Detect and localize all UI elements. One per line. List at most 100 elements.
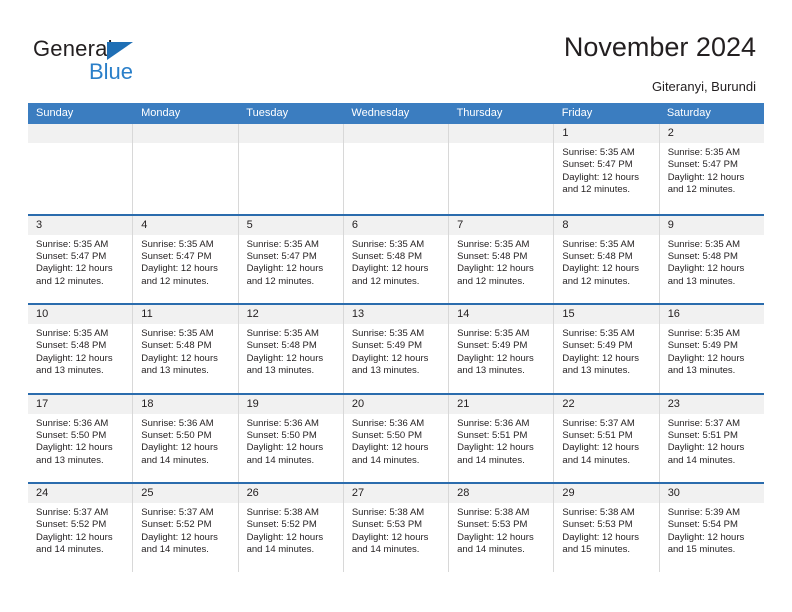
day-daylight-1-text: Daylight: 12 hours <box>351 263 429 275</box>
calendar-day-cell[interactable]: 16 Sunrise: 5:35 AM Sunset: 5:49 PM Dayligh… <box>659 305 764 393</box>
calendar-day-cell-empty <box>238 124 344 214</box>
day-sunset-text: Sunset: 5:53 PM <box>351 519 423 531</box>
day-number-strip <box>449 124 554 143</box>
day-details: Sunrise: 5:35 AM Sunset: 5:47 PM Daylight:… <box>133 235 237 289</box>
calendar-day-cell[interactable]: 20 Sunrise: 5:36 AM Sunset: 5:50 PM Dayligh… <box>343 394 450 482</box>
day-sunset-text: Sunset: 5:49 PM <box>351 340 423 352</box>
day-sunset-text: Sunset: 5:50 PM <box>36 429 107 441</box>
day-details: Sunrise: 5:36 AM Sunset: 5:50 PM Daylight:… <box>344 414 448 468</box>
day-number: 19 <box>246 397 259 410</box>
general-blue-logo[interactable]: General Blue <box>33 36 203 86</box>
day-daylight-2-text: and 12 minutes. <box>351 275 420 287</box>
day-daylight-1-text: Daylight: 12 hours <box>667 263 745 275</box>
calendar-day-cell[interactable]: 26 Sunrise: 5:38 AM Sunset: 5:52 PM Dayligh… <box>238 484 344 572</box>
day-number-strip: 21 <box>449 394 554 414</box>
day-daylight-2-text: and 15 minutes. <box>562 544 631 556</box>
day-number-strip: 10 <box>28 305 133 324</box>
calendar-day-cell[interactable]: 30 Sunrise: 5:39 AM Sunset: 5:54 PM Dayligh… <box>659 484 764 572</box>
calendar-day-cell[interactable]: 23 Sunrise: 5:37 AM Sunset: 5:51 PM Dayligh… <box>659 394 764 482</box>
calendar-day-cell[interactable]: 29 Sunrise: 5:38 AM Sunset: 5:53 PM Dayligh… <box>554 484 660 572</box>
day-number: 25 <box>141 487 154 499</box>
day-number-strip: 1 <box>554 124 659 143</box>
day-sunset-text: Sunset: 5:49 PM <box>667 340 738 352</box>
calendar-day-cell[interactable]: 11 Sunrise: 5:35 AM Sunset: 5:48 PM Dayligh… <box>133 305 239 393</box>
day-daylight-1-text: Daylight: 12 hours <box>351 352 429 364</box>
day-sunrise-text: Sunrise: 5:35 AM <box>351 238 425 250</box>
calendar-day-cell[interactable]: 4 Sunrise: 5:35 AM Sunset: 5:47 PM Daylight… <box>133 215 239 303</box>
day-daylight-2-text: and 12 minutes. <box>246 275 315 287</box>
day-number: 21 <box>457 397 470 410</box>
day-number-strip: 25 <box>133 484 238 503</box>
day-daylight-1-text: Daylight: 12 hours <box>562 263 639 275</box>
calendar-day-cell[interactable]: 25 Sunrise: 5:37 AM Sunset: 5:52 PM Dayligh… <box>133 484 239 572</box>
day-sunset-text: Sunset: 5:49 PM <box>562 340 633 352</box>
calendar-day-cell[interactable]: 14 Sunrise: 5:35 AM Sunset: 5:49 PM Dayligh… <box>449 305 555 393</box>
day-daylight-1-text: Daylight: 12 hours <box>457 352 534 364</box>
day-number-strip <box>238 124 343 143</box>
calendar-day-cell[interactable]: 13 Sunrise: 5:35 AM Sunset: 5:49 PM Dayligh… <box>343 305 450 393</box>
day-number: 5 <box>246 218 253 231</box>
day-number: 1 <box>562 127 569 139</box>
day-daylight-2-text: and 14 minutes. <box>457 454 525 466</box>
day-daylight-1-text: Daylight: 12 hours <box>141 442 218 454</box>
day-details: Sunrise: 5:36 AM Sunset: 5:51 PM Daylight:… <box>449 414 553 468</box>
day-daylight-2-text: and 15 minutes. <box>667 544 736 556</box>
calendar-day-cell[interactable]: 28 Sunrise: 5:38 AM Sunset: 5:53 PM Dayligh… <box>449 484 555 572</box>
day-details: Sunrise: 5:35 AM Sunset: 5:49 PM Daylight:… <box>344 324 448 378</box>
calendar-day-cell[interactable]: 12 Sunrise: 5:35 AM Sunset: 5:48 PM Dayligh… <box>238 305 344 393</box>
day-details: Sunrise: 5:36 AM Sunset: 5:50 PM Daylight:… <box>239 414 343 468</box>
day-number: 12 <box>246 308 259 320</box>
day-daylight-1-text: Daylight: 12 hours <box>246 442 324 454</box>
calendar-day-cell[interactable]: 8 Sunrise: 5:35 AM Sunset: 5:48 PM Daylight… <box>554 215 660 303</box>
day-daylight-1-text: Daylight: 12 hours <box>457 531 534 543</box>
day-number-strip: 27 <box>343 484 449 503</box>
day-sunrise-text: Sunrise: 5:37 AM <box>36 507 109 518</box>
calendar-week-row: 17 Sunrise: 5:36 AM Sunset: 5:50 PM Dayligh… <box>28 392 764 482</box>
day-daylight-2-text: and 12 minutes. <box>36 275 104 287</box>
day-daylight-1-text: Daylight: 12 hours <box>351 531 429 543</box>
calendar-day-cell[interactable]: 2 Sunrise: 5:35 AM Sunset: 5:47 PM Daylight… <box>659 124 764 214</box>
day-daylight-1-text: Daylight: 12 hours <box>562 171 639 183</box>
page-header: General Blue November 2024 Giteranyi, Bu… <box>0 0 792 100</box>
calendar-day-cell[interactable]: 22 Sunrise: 5:37 AM Sunset: 5:51 PM Dayligh… <box>554 394 660 482</box>
day-daylight-2-text: and 14 minutes. <box>141 454 209 466</box>
day-number: 24 <box>36 487 49 499</box>
day-sunrise-text: Sunrise: 5:35 AM <box>246 238 319 250</box>
calendar-day-cell[interactable]: 17 Sunrise: 5:36 AM Sunset: 5:50 PM Dayligh… <box>28 394 134 482</box>
calendar-day-cell[interactable]: 15 Sunrise: 5:35 AM Sunset: 5:49 PM Dayligh… <box>554 305 660 393</box>
calendar-day-cell[interactable]: 5 Sunrise: 5:35 AM Sunset: 5:47 PM Daylight… <box>238 215 344 303</box>
day-number: 30 <box>667 487 680 499</box>
day-details: Sunrise: 5:38 AM Sunset: 5:53 PM Daylight:… <box>449 503 553 557</box>
calendar-day-cell[interactable]: 18 Sunrise: 5:36 AM Sunset: 5:50 PM Dayligh… <box>133 394 239 482</box>
calendar-day-cell[interactable]: 19 Sunrise: 5:36 AM Sunset: 5:50 PM Dayligh… <box>238 394 344 482</box>
calendar-day-cell[interactable]: 1 Sunrise: 5:35 AM Sunset: 5:47 PM Daylight… <box>554 124 660 214</box>
day-daylight-2-text: and 12 minutes. <box>457 275 525 287</box>
day-number: 17 <box>36 397 49 410</box>
day-number-strip: 22 <box>554 394 659 414</box>
day-details: Sunrise: 5:35 AM Sunset: 5:48 PM Daylight:… <box>449 235 553 289</box>
day-daylight-1-text: Daylight: 12 hours <box>246 352 324 364</box>
day-sunset-text: Sunset: 5:47 PM <box>36 250 107 262</box>
calendar-day-cell[interactable]: 7 Sunrise: 5:35 AM Sunset: 5:48 PM Daylight… <box>449 215 555 303</box>
day-daylight-2-text: and 13 minutes. <box>351 365 420 377</box>
day-number: 29 <box>562 487 575 499</box>
day-number-strip: 15 <box>554 305 659 324</box>
day-number: 7 <box>457 218 464 231</box>
weekday-header-row: Sunday Monday Tuesday Wednesday Thursday… <box>28 103 764 124</box>
calendar-day-cell[interactable]: 21 Sunrise: 5:36 AM Sunset: 5:51 PM Dayligh… <box>449 394 555 482</box>
weekday-header-monday: Monday <box>141 107 181 119</box>
day-details: Sunrise: 5:37 AM Sunset: 5:51 PM Daylight:… <box>554 414 658 468</box>
calendar-week-row: 10 Sunrise: 5:35 AM Sunset: 5:48 PM Dayligh… <box>28 303 764 393</box>
calendar-day-cell[interactable]: 27 Sunrise: 5:38 AM Sunset: 5:53 PM Dayligh… <box>343 484 450 572</box>
calendar-day-cell[interactable]: 9 Sunrise: 5:35 AM Sunset: 5:48 PM Daylight… <box>659 215 764 303</box>
calendar-day-cell[interactable]: 6 Sunrise: 5:35 AM Sunset: 5:48 PM Daylight… <box>343 215 450 303</box>
day-details: Sunrise: 5:38 AM Sunset: 5:52 PM Daylight:… <box>239 503 343 557</box>
calendar-day-cell[interactable]: 24 Sunrise: 5:37 AM Sunset: 5:52 PM Dayligh… <box>28 484 134 572</box>
calendar-day-cell[interactable]: 10 Sunrise: 5:35 AM Sunset: 5:48 PM Dayligh… <box>28 305 134 393</box>
day-sunrise-text: Sunrise: 5:35 AM <box>667 147 741 158</box>
day-sunrise-text: Sunrise: 5:35 AM <box>141 328 214 339</box>
day-daylight-2-text: and 13 minutes. <box>36 365 104 377</box>
weekday-header-saturday: Saturday <box>666 107 711 119</box>
day-number-strip: 20 <box>343 394 449 414</box>
calendar-day-cell[interactable]: 3 Sunrise: 5:35 AM Sunset: 5:47 PM Daylight… <box>28 215 134 303</box>
